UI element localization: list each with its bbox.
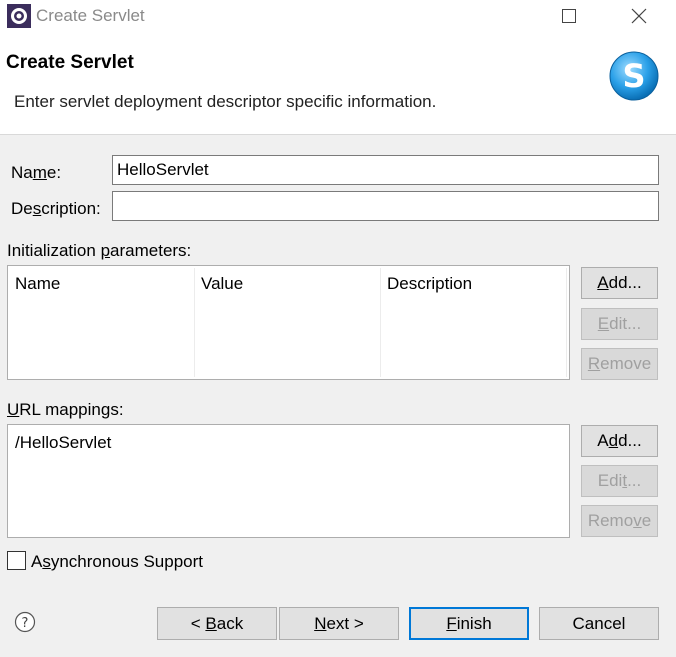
back-button[interactable]: < Back	[157, 607, 277, 640]
async-support-label[interactable]: Asynchronous Support	[31, 552, 203, 572]
name-label: Name:	[11, 163, 62, 182]
wizard-banner: Create Servlet Enter servlet deployment …	[0, 32, 676, 135]
column-divider	[566, 268, 567, 377]
title-bar: Create Servlet	[0, 0, 676, 32]
maximize-icon	[562, 9, 576, 23]
description-field[interactable]	[112, 191, 659, 221]
finish-button[interactable]: Finish	[409, 607, 529, 640]
url-mappings-edit-button[interactable]: Edit...	[581, 465, 658, 497]
close-icon	[631, 8, 647, 24]
svg-text:S: S	[622, 57, 645, 95]
async-support-checkbox[interactable]	[7, 551, 26, 570]
next-button[interactable]: Next >	[279, 607, 399, 640]
column-header-value[interactable]: Value	[201, 274, 243, 294]
maximize-button[interactable]	[546, 0, 592, 32]
url-mappings-add-button[interactable]: Add...	[581, 425, 658, 457]
help-icon[interactable]: ?	[14, 611, 36, 633]
init-params-remove-button[interactable]: Remove	[581, 348, 658, 380]
name-field[interactable]	[112, 155, 659, 185]
column-divider	[380, 268, 381, 377]
servlet-s-icon: S	[609, 51, 659, 101]
column-header-description[interactable]: Description	[387, 274, 472, 294]
svg-text:?: ?	[22, 616, 29, 631]
app-gear-icon	[7, 4, 31, 28]
init-params-edit-button[interactable]: Edit...	[581, 308, 658, 340]
description-label: Description:	[11, 199, 101, 218]
banner-title: Create Servlet	[6, 52, 134, 73]
close-button[interactable]	[616, 0, 662, 32]
column-header-name[interactable]: Name	[15, 274, 60, 294]
init-params-label: Initialization parameters:	[7, 241, 192, 260]
window-title: Create Servlet	[36, 6, 145, 25]
banner-description: Enter servlet deployment descriptor spec…	[14, 92, 437, 111]
init-params-add-button[interactable]: Add...	[581, 267, 658, 299]
init-params-table[interactable]: Name Value Description	[7, 265, 570, 380]
column-divider	[194, 268, 195, 377]
url-mappings-list[interactable]: /HelloServlet	[7, 424, 570, 538]
url-mappings-remove-button[interactable]: Remove	[581, 505, 658, 537]
cancel-button[interactable]: Cancel	[539, 607, 659, 640]
list-item[interactable]: /HelloServlet	[15, 433, 111, 453]
url-mappings-label: URL mappings:	[7, 400, 124, 419]
